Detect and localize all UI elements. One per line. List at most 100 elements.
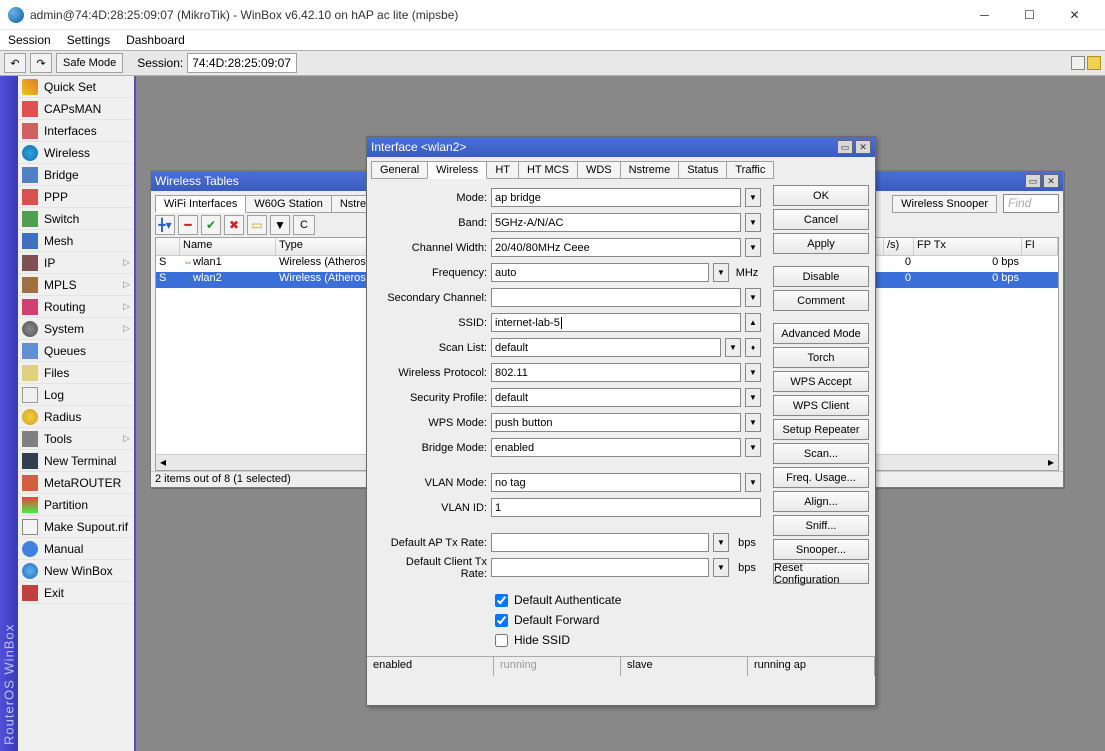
close-button[interactable]: ✕ <box>1052 1 1097 29</box>
minimize-button[interactable]: ─ <box>962 1 1007 29</box>
sidebar-item-new-terminal[interactable]: New Terminal <box>18 450 134 472</box>
sidebar-item-mesh[interactable]: Mesh <box>18 230 134 252</box>
input-Security Profile:[interactable]: default <box>491 388 741 407</box>
ssid-input[interactable]: internet-lab-5 <box>491 313 741 332</box>
find-input[interactable]: Find <box>1003 194 1059 213</box>
input-Secondary Channel:[interactable] <box>491 288 741 307</box>
reset-configuration-button[interactable]: Reset Configuration <box>773 563 869 584</box>
sidebar-item-exit[interactable]: Exit <box>18 582 134 604</box>
sidebar-item-radius[interactable]: Radius <box>18 406 134 428</box>
dropdown-icon[interactable]: ▼ <box>725 338 741 357</box>
col-type[interactable]: Type <box>276 238 374 255</box>
sidebar-item-switch[interactable]: Switch <box>18 208 134 230</box>
dialog-tab-wds[interactable]: WDS <box>577 161 621 179</box>
input-Channel Width:[interactable]: 20/40/80MHz Ceee <box>491 238 741 257</box>
advanced-mode-button[interactable]: Advanced Mode <box>773 323 869 344</box>
win-close-icon[interactable]: ✕ <box>1043 174 1059 188</box>
menu-dashboard[interactable]: Dashboard <box>126 33 185 47</box>
scan--button[interactable]: Scan... <box>773 443 869 464</box>
sidebar-item-routing[interactable]: Routing▷ <box>18 296 134 318</box>
setup-repeater-button[interactable]: Setup Repeater <box>773 419 869 440</box>
disable-button[interactable]: ✖ <box>224 215 244 235</box>
menu-session[interactable]: Session <box>8 33 51 47</box>
wireless-snooper-button[interactable]: Wireless Snooper <box>892 195 997 213</box>
dropdown-icon[interactable]: ▼ <box>745 188 761 207</box>
sidebar-item-ppp[interactable]: PPP <box>18 186 134 208</box>
undo-button[interactable]: ↶ <box>4 53 26 73</box>
col-fptx[interactable]: FP Tx <box>914 238 1022 255</box>
input-Bridge Mode:[interactable]: enabled <box>491 438 741 457</box>
torch-button[interactable]: Torch <box>773 347 869 368</box>
sidebar-item-log[interactable]: Log <box>18 384 134 406</box>
snooper--button[interactable]: Snooper... <box>773 539 869 560</box>
scroll-left-icon[interactable]: ◂ <box>156 455 170 470</box>
scroll-right-icon[interactable]: ▸ <box>1044 455 1058 470</box>
tab-w60g-station[interactable]: W60G Station <box>245 195 331 213</box>
sniff--button[interactable]: Sniff... <box>773 515 869 536</box>
add-button[interactable]: ╋▾ <box>155 215 175 235</box>
dialog-tab-wireless[interactable]: Wireless <box>427 161 487 179</box>
sidebar-item-metarouter[interactable]: MetaROUTER <box>18 472 134 494</box>
sidebar-item-new-winbox[interactable]: New WinBox <box>18 560 134 582</box>
sidebar-item-queues[interactable]: Queues <box>18 340 134 362</box>
dialog-tab-ht-mcs[interactable]: HT MCS <box>518 161 578 179</box>
input-WPS Mode:[interactable]: push button <box>491 413 741 432</box>
aptx-input[interactable] <box>491 533 709 552</box>
sidebar-item-manual[interactable]: Manual <box>18 538 134 560</box>
sidebar-item-files[interactable]: Files <box>18 362 134 384</box>
sidebar-item-mpls[interactable]: MPLS▷ <box>18 274 134 296</box>
tab-wifi-interfaces[interactable]: WiFi Interfaces <box>155 195 246 213</box>
expand-icon[interactable]: ▼ <box>713 558 729 577</box>
dialog-close-icon[interactable]: ✕ <box>855 140 871 154</box>
dropdown-icon[interactable]: ▼ <box>745 473 761 492</box>
input-Wireless Protocol:[interactable]: 802.11 <box>491 363 741 382</box>
disable-button[interactable]: Disable <box>773 266 869 287</box>
checkbox-hide[interactable] <box>495 634 508 647</box>
cancel-button[interactable]: Cancel <box>773 209 869 230</box>
dropdown-icon[interactable]: ▼ <box>745 363 761 382</box>
wps-accept-button[interactable]: WPS Accept <box>773 371 869 392</box>
expand-icon[interactable]: ▼ <box>745 288 761 307</box>
checkbox-auth[interactable] <box>495 594 508 607</box>
dropdown-icon[interactable]: ▼ <box>745 413 761 432</box>
redo-button[interactable]: ↷ <box>30 53 52 73</box>
session-value[interactable]: 74:4D:28:25:09:07 <box>187 53 297 73</box>
col-name[interactable]: Name <box>180 238 276 255</box>
input-Mode:[interactable]: ap bridge <box>491 188 741 207</box>
collapse-icon[interactable]: ▲ <box>745 313 761 332</box>
sidebar-item-interfaces[interactable]: Interfaces <box>18 120 134 142</box>
sidebar-item-tools[interactable]: Tools▷ <box>18 428 134 450</box>
input-Scan List:[interactable]: default <box>491 338 721 357</box>
freq-usage--button[interactable]: Freq. Usage... <box>773 467 869 488</box>
apply-button[interactable]: Apply <box>773 233 869 254</box>
input-VLAN Mode:[interactable]: no tag <box>491 473 741 492</box>
sidebar-item-quick-set[interactable]: Quick Set <box>18 76 134 98</box>
input-Band:[interactable]: 5GHz-A/N/AC <box>491 213 741 232</box>
vlanid-input[interactable]: 1 <box>491 498 761 517</box>
align--button[interactable]: Align... <box>773 491 869 512</box>
dialog-tab-nstreme[interactable]: Nstreme <box>620 161 680 179</box>
cap-button[interactable]: C <box>293 215 315 235</box>
dropdown-icon[interactable]: ▼ <box>745 213 761 232</box>
sidebar-item-bridge[interactable]: Bridge <box>18 164 134 186</box>
col-fi[interactable]: FI <box>1022 238 1058 255</box>
dropdown-icon[interactable]: ▼ <box>745 438 761 457</box>
comment-button[interactable]: ▭ <box>247 215 267 235</box>
checkbox-fwd[interactable] <box>495 614 508 627</box>
dialog-tab-status[interactable]: Status <box>678 161 727 179</box>
dialog-tab-traffic[interactable]: Traffic <box>726 161 774 179</box>
ok-button[interactable]: OK <box>773 185 869 206</box>
dropdown-icon[interactable]: ▼ <box>745 388 761 407</box>
sidebar-item-partition[interactable]: Partition <box>18 494 134 516</box>
col-s[interactable]: /s) <box>884 238 914 255</box>
filter-button[interactable]: ▼ <box>270 215 290 235</box>
expand-icon[interactable]: ♦ <box>745 338 761 357</box>
sidebar-item-ip[interactable]: IP▷ <box>18 252 134 274</box>
wps-client-button[interactable]: WPS Client <box>773 395 869 416</box>
maximize-button[interactable]: ☐ <box>1007 1 1052 29</box>
enable-button[interactable]: ✔ <box>201 215 221 235</box>
comment-button[interactable]: Comment <box>773 290 869 311</box>
expand-icon[interactable]: ▼ <box>713 533 729 552</box>
remove-button[interactable]: ━ <box>178 215 198 235</box>
dialog-tab-ht[interactable]: HT <box>486 161 519 179</box>
